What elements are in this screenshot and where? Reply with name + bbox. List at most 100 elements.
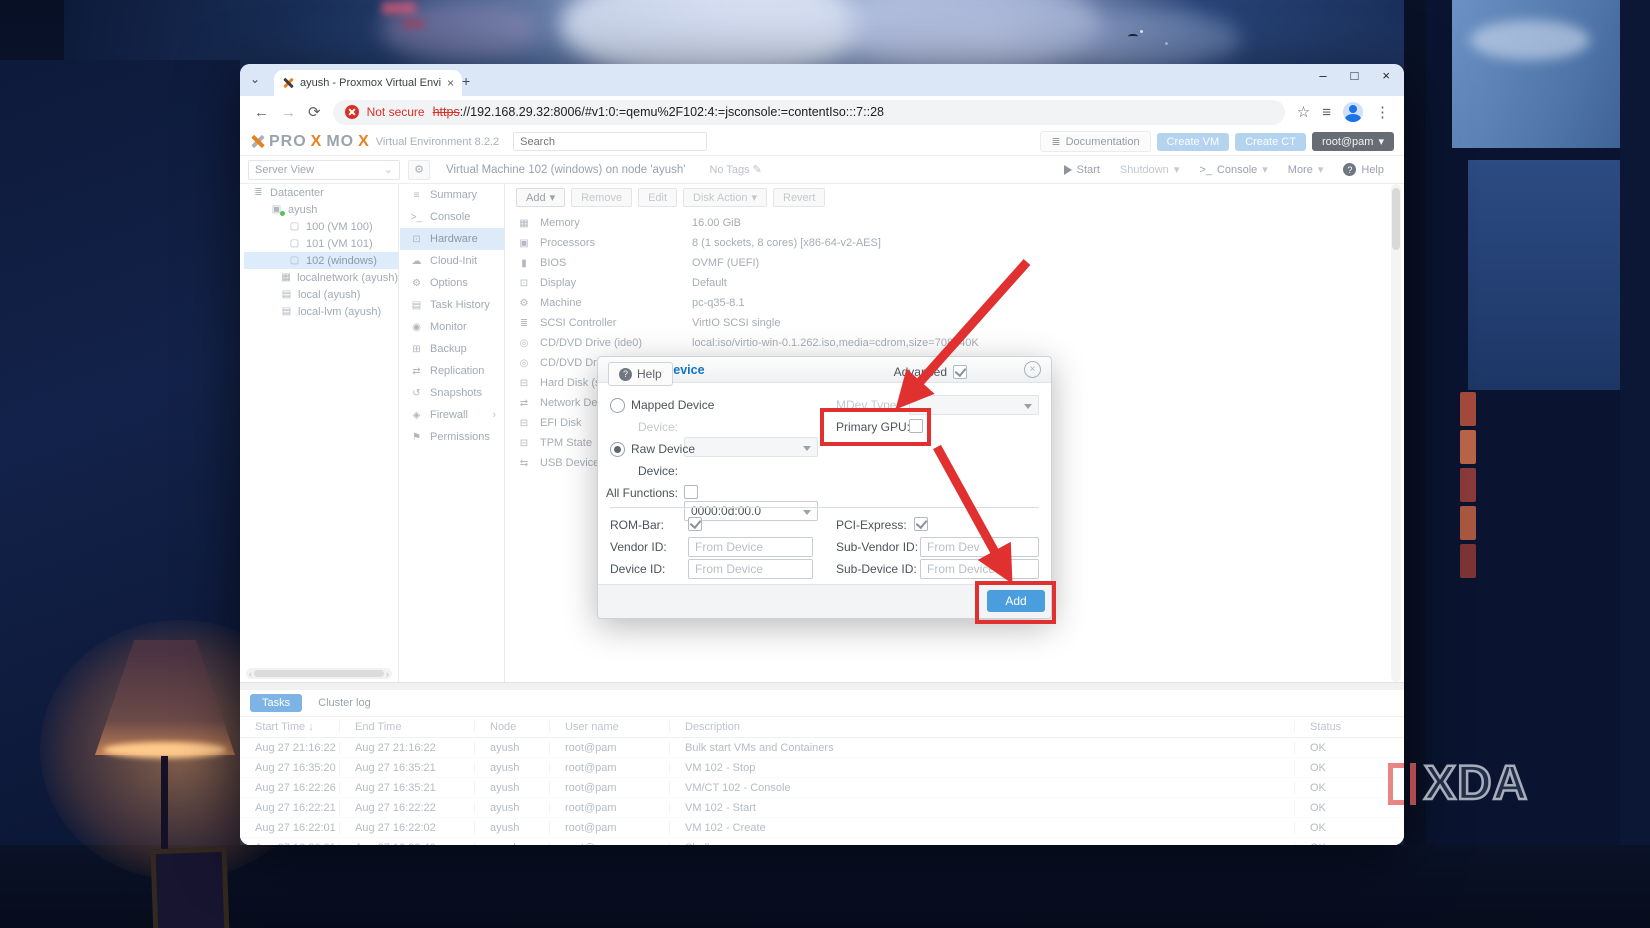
tab-cluster-log[interactable]: Cluster log [310,694,379,712]
nav-item-backup[interactable]: ⊞ Backup [400,338,504,360]
pci-express-checkbox[interactable] [914,517,928,531]
tree-item-localnetwork[interactable]: ▦ localnetwork (ayush) [244,269,398,286]
create-vm-button[interactable]: Create VM [1156,132,1230,151]
close-button[interactable]: × [1382,68,1390,83]
sub-vendor-id-input[interactable]: From Dev [920,537,1039,557]
tree-item-storage-local[interactable]: ▤ local (ayush) [244,286,398,303]
add-button[interactable]: Add ▾ [516,188,566,207]
rom-bar-checkbox[interactable] [688,517,702,531]
scroll-thumb[interactable] [254,670,384,677]
profile-avatar[interactable] [1343,102,1363,122]
scroll-thumb[interactable] [1392,188,1400,250]
dialog-close-icon[interactable]: × [1024,361,1041,378]
minimize-button[interactable]: – [1319,68,1326,83]
start-button[interactable]: Start [1063,164,1100,176]
vendor-id-input[interactable]: From Device [688,537,813,557]
tree-item-datacenter[interactable]: ≣ Datacenter [244,184,398,201]
create-ct-button[interactable]: Create CT [1235,132,1306,151]
nav-item-console[interactable]: >_ Console [400,206,504,228]
nav-item-task-history[interactable]: ▤ Task History [400,294,504,316]
hw-row-scsi-controller[interactable]: ≣ SCSI Controller VirtIO SCSI single [504,313,1388,333]
tree-horizontal-scrollbar[interactable]: ‹ › [246,668,392,679]
nav-item-cloud-init[interactable]: ☁ Cloud-Init [400,250,504,272]
forward-icon[interactable]: → [281,104,296,121]
task-row[interactable]: Aug 27 16:20:21Aug 27 16:22:40ayushroot@… [240,838,1404,845]
remove-button[interactable]: Remove [571,188,633,207]
shutdown-button[interactable]: Shutdown ▾ [1120,163,1179,177]
hw-row-processors[interactable]: ▣ Processors 8 (1 sockets, 8 cores) [x86-6… [504,233,1388,253]
tree-item-storage-local-lvm[interactable]: ▤ local-lvm (ayush) [244,303,398,320]
book-spine [1460,392,1476,426]
more-button[interactable]: More ▾ [1288,163,1324,177]
task-row[interactable]: Aug 27 16:22:01 Aug 27 16:22:02 ayush root@… [240,818,1404,838]
tree-item-vm-100[interactable]: ▢ 100 (VM 100) [244,218,398,235]
all-functions-checkbox[interactable] [684,485,698,499]
tab-tasks[interactable]: Tasks [250,694,303,712]
console-button[interactable]: >_ Console ▾ [1199,163,1267,177]
nav-item-options[interactable]: ⚙ Options [400,272,504,294]
nav-item-monitor[interactable]: ◉ Monitor [400,316,504,338]
nav-item-permissions[interactable]: ⚑ Permissions [400,426,504,448]
bookmark-star-icon[interactable]: ☆ [1297,103,1310,121]
edit-button[interactable]: Edit [638,188,678,207]
task-row[interactable]: Aug 27 16:22:26 Aug 27 16:35:21 ayush root@… [240,778,1404,798]
col-start-time[interactable]: Start Time ↓ [240,721,340,733]
no-tags-label[interactable]: No Tags ✎ [709,163,761,176]
nav-item-firewall[interactable]: ◈ Firewall › [400,404,504,426]
help-button[interactable]: ? Help [1343,163,1384,176]
nav-item-hardware-selected[interactable]: ⊡ Hardware [400,228,504,250]
reload-icon[interactable]: ⟳ [308,103,321,121]
side-panel-icon[interactable]: ≡ [1322,104,1331,121]
tree-item-node-ayush[interactable]: ▣ ayush [244,201,398,218]
task-row[interactable]: Aug 27 16:35:20 Aug 27 16:35:21 ayush root@… [240,758,1404,778]
view-settings-button[interactable]: ⚙ [408,159,430,180]
tree-item-vm-101[interactable]: ▢ 101 (VM 101) [244,235,398,252]
back-icon[interactable]: ← [254,104,269,121]
col-user-name[interactable]: User name [550,721,670,733]
hw-row-bios[interactable]: ▮ BIOS OVMF (UEFI) [504,253,1388,273]
col-node[interactable]: Node [475,721,550,733]
col-end-time[interactable]: End Time [340,721,475,733]
hw-row-display[interactable]: ⊡ Display Default [504,273,1388,293]
dialog-add-button[interactable]: Add [987,590,1045,612]
url-bar[interactable]: Not secure https://192.168.29.32:8006/#v… [332,99,1285,125]
advanced-checkbox[interactable] [953,365,967,379]
documentation-button[interactable]: ≣ Documentation [1040,131,1151,152]
revert-button[interactable]: Revert [773,188,826,207]
disk-action-button[interactable]: Disk Action ▾ [683,188,767,207]
search-input[interactable] [513,132,708,151]
primary-gpu-checkbox[interactable] [909,419,923,433]
browser-tab[interactable]: ayush - Proxmox Virtual Enviro × [274,70,462,96]
content-scrollbar[interactable] [1391,184,1401,682]
maximize-button[interactable]: □ [1351,68,1359,83]
tab-search-icon[interactable]: ⌄ [250,72,260,86]
scroll-right-icon[interactable]: › [386,669,389,679]
nav-item-replication[interactable]: ⇄ Replication [400,360,504,382]
mdev-type-select[interactable] [909,395,1039,415]
mapped-device-select[interactable] [684,437,818,457]
hw-row-machine[interactable]: ⚙ Machine pc-q35-8.1 [504,293,1388,313]
task-row[interactable]: Aug 27 21:16:22 Aug 27 21:16:22 ayush root@… [240,738,1404,758]
task-row[interactable]: Aug 27 16:22:21 Aug 27 16:22:22 ayush root@… [240,798,1404,818]
hw-row-memory[interactable]: ▦ Memory 16.00 GiB [504,213,1388,233]
hw-row-cd-ide0[interactable]: ◎ CD/DVD Drive (ide0) local:iso/virtio-win… [504,333,1388,353]
dialog-help-button[interactable]: ? Help [608,362,673,386]
user-menu-button[interactable]: root@pam ▾ [1311,132,1394,151]
tab-close-icon[interactable]: × [447,76,454,90]
nav-item-snapshots[interactable]: ↺ Snapshots [400,382,504,404]
mapped-device-radio[interactable]: Mapped Device [610,395,714,415]
col-description[interactable]: Description [670,721,1295,733]
raw-device-radio[interactable]: Raw Device [610,439,695,459]
proxmox-favicon [282,77,294,89]
device-id-input[interactable]: From Device [688,559,813,579]
scroll-left-icon[interactable]: ‹ [249,669,252,679]
tree-item-vm-102-selected[interactable]: ▢ 102 (windows) [244,252,398,269]
neon-light [382,2,416,14]
browser-menu-icon[interactable]: ⋮ [1375,103,1390,121]
col-status[interactable]: Status [1295,721,1404,733]
nav-item-summary[interactable]: ≡ Summary [400,184,504,206]
raw-device-select[interactable]: 0000:0d:00.0 [684,501,818,521]
new-tab-button[interactable]: + [462,73,470,89]
server-view-select[interactable]: Server View ⌄ [248,159,400,180]
sub-device-id-input[interactable]: From Device [920,559,1039,579]
